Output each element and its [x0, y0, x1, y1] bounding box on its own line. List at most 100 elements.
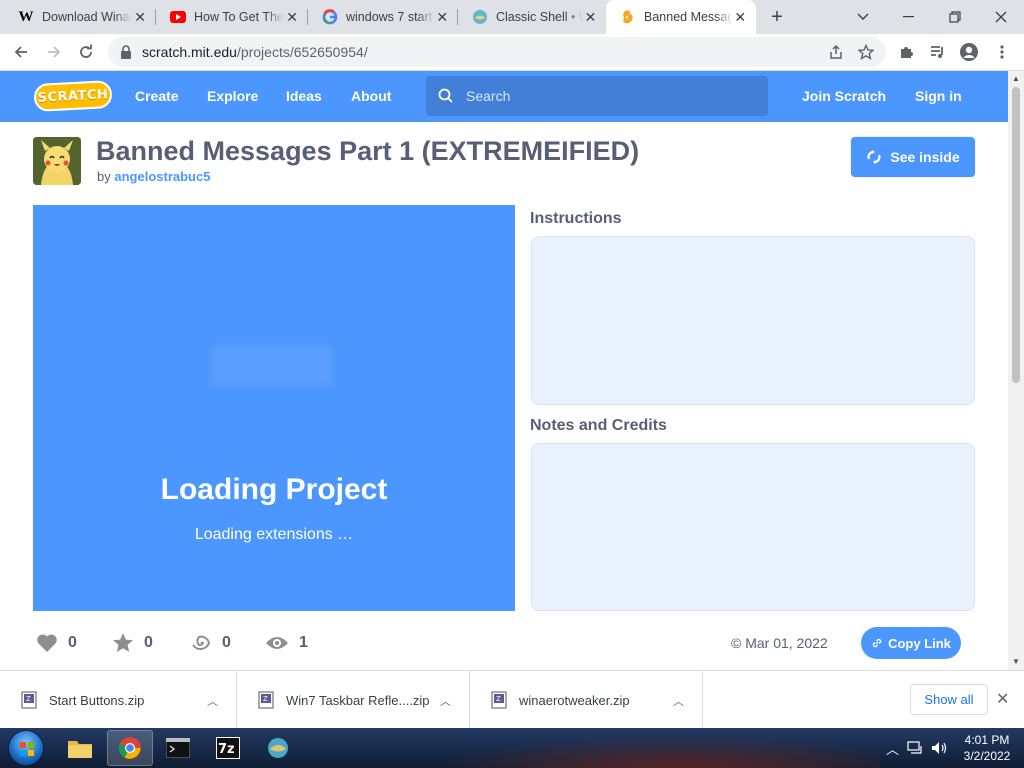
author-avatar[interactable]: [33, 137, 81, 185]
shared-date: © Mar 01, 2022: [731, 635, 828, 651]
favorite-stat[interactable]: 0: [112, 628, 153, 658]
copy-link-label: Copy Link: [888, 635, 951, 651]
minimize-button[interactable]: [886, 0, 932, 34]
wikipedia-w-icon: W: [18, 8, 34, 25]
close-tab-icon[interactable]: ✕: [435, 9, 450, 26]
search-input[interactable]: [466, 88, 746, 104]
scroll-up-icon[interactable]: ▲: [1012, 74, 1020, 83]
7zip-taskbar-button[interactable]: 7z: [205, 730, 251, 766]
project-title: Banned Messages Part 1 (EXTREMEIFIED): [96, 136, 640, 166]
instructions-box: [531, 236, 975, 405]
nav-create[interactable]: Create: [135, 88, 179, 104]
chevron-up-icon[interactable]: ︿: [207, 693, 218, 709]
show-all-downloads-button[interactable]: Show all: [910, 684, 988, 715]
back-button[interactable]: [8, 39, 34, 65]
volume-icon[interactable]: [931, 741, 949, 755]
forward-arrow-icon: [48, 46, 61, 58]
scratch-search-box[interactable]: [426, 76, 768, 116]
chrome-menu-icon[interactable]: [989, 39, 1015, 65]
close-tab-icon[interactable]: ✕: [132, 9, 148, 26]
download-item[interactable]: Z Win7 Taskbar Refle....zip ︿: [237, 671, 470, 729]
tab-classic-shell[interactable]: Classic Shell • Windows ✕: [458, 0, 606, 34]
nav-about[interactable]: About: [351, 88, 391, 104]
scratch-logo[interactable]: SCRATCH: [33, 79, 113, 113]
network-icon[interactable]: [907, 741, 923, 755]
page-viewport: SCRATCH Create Explore Ideas About Join …: [0, 71, 1008, 670]
clock-time: 4:01 PM: [964, 733, 1010, 747]
classic-shell-taskbar-button[interactable]: [255, 730, 301, 766]
chrome-taskbar-button[interactable]: [107, 730, 153, 766]
reload-button[interactable]: [73, 39, 99, 65]
tab-scratch-active[interactable]: Banned Messages Part 1 ✕: [606, 0, 756, 34]
stage-loading-ghost: [211, 345, 333, 387]
link-icon: [872, 638, 882, 648]
tab-winaero[interactable]: W Download Winaero Tweaker ✕: [4, 0, 156, 34]
zip-file-icon: Z: [21, 691, 37, 709]
copy-link-button[interactable]: Copy Link: [861, 627, 961, 659]
windows-logo-icon: [20, 742, 34, 756]
project-player-stage[interactable]: Loading Project Loading extensions …: [33, 205, 515, 611]
close-tab-icon[interactable]: ✕: [284, 9, 300, 26]
tab-youtube[interactable]: How To Get The Windows 7 ✕: [156, 0, 308, 34]
scratch-icon: [620, 9, 636, 25]
author-link[interactable]: angelostrabuc5: [114, 169, 210, 184]
tab-title: How To Get The Windows 7: [194, 10, 284, 24]
love-stat[interactable]: 0: [36, 628, 77, 658]
views-stat: 1: [265, 628, 308, 658]
extensions-puzzle-icon[interactable]: [893, 39, 919, 65]
svg-text:Z: Z: [26, 695, 31, 703]
new-tab-button[interactable]: +: [766, 6, 788, 28]
taskbar-clock[interactable]: 4:01 PM 3/2/2022: [956, 732, 1018, 764]
media-queue-icon[interactable]: [924, 39, 950, 65]
tab-title: Download Winaero Tweaker: [42, 10, 132, 24]
scroll-thumb[interactable]: [1012, 87, 1020, 383]
tab-google[interactable]: windows 7 start menu ✕: [308, 0, 458, 34]
close-shelf-icon[interactable]: ✕: [996, 689, 1009, 709]
tab-title: Banned Messages Part 1: [644, 10, 733, 24]
sign-in-link[interactable]: Sign in: [915, 88, 962, 104]
close-window-button[interactable]: [978, 0, 1024, 34]
close-tab-icon[interactable]: ✕: [733, 9, 748, 26]
download-filename: Start Buttons.zip: [49, 692, 145, 708]
svg-text:Z: Z: [496, 695, 501, 703]
by-label: by: [97, 169, 111, 184]
page-scrollbar[interactable]: ▲ ▼: [1008, 71, 1024, 670]
close-tab-icon[interactable]: ✕: [583, 9, 598, 26]
profile-avatar-icon[interactable]: [956, 39, 982, 65]
instructions-heading: Instructions: [530, 210, 622, 227]
download-item[interactable]: Z Start Buttons.zip ︿: [0, 671, 237, 729]
cmd-taskbar-button[interactable]: [155, 730, 201, 766]
tab-search-icon[interactable]: [840, 0, 886, 34]
star-icon: [113, 633, 133, 652]
url-host: scratch.mit.edu: [142, 44, 237, 60]
google-g-icon: [322, 9, 338, 25]
see-inside-label: See inside: [890, 149, 960, 165]
reload-icon: [80, 44, 92, 58]
chrome-icon: [118, 737, 141, 759]
back-arrow-icon: [14, 46, 27, 58]
share-icon[interactable]: [828, 44, 844, 60]
chevron-up-icon[interactable]: ︿: [440, 693, 451, 709]
notes-box: [531, 443, 975, 611]
bookmark-star-icon[interactable]: [858, 44, 874, 60]
download-shelf: Z Start Buttons.zip ︿ Z Win7 Taskbar Ref…: [0, 670, 1024, 729]
chevron-up-icon[interactable]: ︿: [673, 693, 684, 709]
forward-button[interactable]: [41, 39, 67, 65]
clock-date: 3/2/2022: [963, 749, 1011, 763]
join-scratch-link[interactable]: Join Scratch: [802, 88, 886, 104]
system-tray: ︿: [886, 728, 949, 768]
see-inside-button[interactable]: See inside: [851, 137, 975, 177]
start-button[interactable]: [8, 730, 44, 766]
scroll-down-icon[interactable]: ▼: [1012, 657, 1020, 666]
nav-ideas[interactable]: Ideas: [286, 88, 322, 104]
folder-icon: [68, 741, 92, 758]
tray-overflow-chevron-icon[interactable]: ︿: [886, 739, 899, 758]
restore-button[interactable]: [932, 0, 978, 34]
windows-taskbar: 7z ︿ 4:01 PM 3/2/2022: [0, 728, 1024, 768]
tab-title: windows 7 start menu: [346, 10, 435, 24]
download-item[interactable]: Z winaerotweaker.zip ︿: [470, 671, 703, 729]
nav-explore[interactable]: Explore: [207, 88, 258, 104]
explorer-taskbar-button[interactable]: [57, 730, 103, 766]
address-bar[interactable]: scratch.mit.edu/projects/652650954/: [108, 37, 886, 67]
download-filename: winaerotweaker.zip: [519, 692, 630, 708]
